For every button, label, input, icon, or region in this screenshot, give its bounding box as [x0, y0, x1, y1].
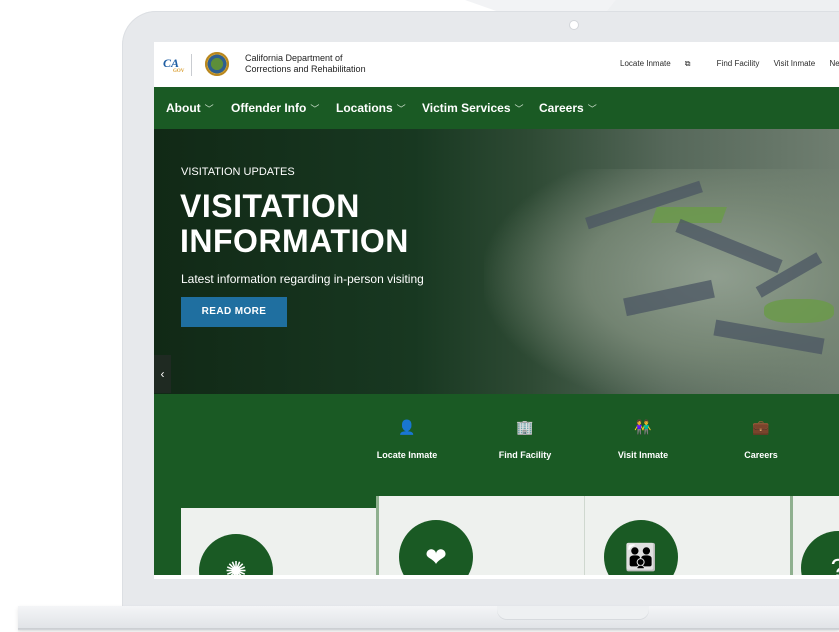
nav-item-about[interactable]: About ﹀ [166, 101, 214, 115]
top-link-find-facility[interactable]: Find Facility [717, 59, 760, 68]
quick-link-label: Visit Inmate [617, 450, 669, 460]
top-link-label: Locate Inmate [620, 59, 671, 68]
carousel-prev-button[interactable]: ‹ [154, 355, 171, 393]
nav-label: About [166, 101, 201, 115]
heart-hand-icon: ❤ [399, 520, 473, 579]
chevron-down-icon: ﹀ [204, 104, 214, 114]
camera-icon [570, 21, 578, 29]
nav-label: Victim Services [422, 101, 511, 115]
hero-carousel: VISITATION UPDATES VISITATION INFORMATIO… [154, 129, 839, 394]
feature-card[interactable]: ❤ [376, 496, 584, 579]
feature-card[interactable]: ? [790, 496, 839, 579]
nav-item-locations[interactable]: Locations ﹀ [336, 101, 406, 115]
quick-link-label: Locate Inmate [376, 450, 438, 460]
family-icon: 👪 [604, 520, 678, 579]
cdcr-seal-icon[interactable] [205, 52, 229, 76]
feature-card[interactable]: 👪 [584, 496, 790, 579]
ca-gov-logo[interactable]: CA GOV [163, 53, 187, 74]
hero-eyebrow: VISITATION UPDATES [181, 166, 295, 178]
laptop-base [18, 606, 839, 630]
screen-bottom-edge [154, 575, 839, 579]
hero-title-line-1: VISITATION [180, 188, 360, 224]
quick-links-band: 👤 Locate Inmate 🏢 Find Facility 👫 Visit … [154, 394, 839, 579]
read-more-button[interactable]: READ MORE [181, 297, 287, 327]
person-icon: 👤 [398, 419, 416, 435]
chevron-down-icon: ﹀ [514, 104, 524, 114]
nav-label: Locations [336, 101, 393, 115]
top-link-locate-inmate[interactable]: Locate Inmate ⧉ [620, 59, 702, 68]
external-link-icon: ⧉ [684, 59, 691, 68]
hero-title-line-2: INFORMATION [180, 223, 409, 259]
logo-divider [191, 54, 192, 76]
chevron-down-icon: ﹀ [396, 104, 406, 114]
department-name[interactable]: California Department of Corrections and… [245, 53, 395, 75]
nav-item-offender-info[interactable]: Offender Info ﹀ [231, 101, 319, 115]
top-link-visit-inmate[interactable]: Visit Inmate [774, 59, 816, 68]
ca-logo-sub: GOV [173, 69, 185, 74]
aerial-photo-field [764, 299, 834, 323]
quick-link-visit-inmate[interactable]: 👫 Visit Inmate [603, 418, 683, 460]
top-header: CA GOV California Department of Correcti… [154, 42, 839, 87]
top-link-news[interactable]: Nev [829, 59, 839, 68]
nav-item-victim-services[interactable]: Victim Services ﹀ [422, 101, 524, 115]
quick-link-locate-inmate[interactable]: 👤 Locate Inmate [367, 418, 447, 460]
nav-label: Offender Info [231, 101, 307, 115]
quick-link-find-facility[interactable]: 🏢 Find Facility [485, 418, 565, 460]
chevron-down-icon: ﹀ [587, 104, 597, 114]
hero-description: Latest information regarding in-person v… [181, 272, 424, 286]
quick-link-careers[interactable]: 💼 Careers [721, 418, 801, 460]
laptop-notch [497, 606, 649, 620]
main-navigation: About ﹀ Offender Info ﹀ Locations ﹀ Victim … [154, 87, 839, 129]
virus-icon: ✺ [199, 534, 273, 579]
utility-links: Locate Inmate ⧉ Find Facility Visit Inmat… [620, 59, 839, 69]
chevron-down-icon: ﹀ [310, 104, 320, 114]
feature-card[interactable]: ✺ [181, 508, 377, 579]
building-icon: 🏢 [516, 419, 534, 435]
question-icon: ? [801, 531, 839, 579]
department-line-2: Corrections and Rehabilitation [245, 64, 366, 74]
aerial-photo-field [651, 207, 727, 223]
department-line-1: California Department of [245, 53, 343, 63]
quick-link-label: Careers [744, 450, 778, 460]
people-icon: 👫 [634, 419, 652, 435]
quick-link-label: Find Facility [498, 450, 552, 460]
briefcase-icon: 💼 [752, 419, 770, 435]
laptop-shadow [18, 628, 839, 632]
nav-label: Careers [539, 101, 584, 115]
hero-title: VISITATION INFORMATION [180, 189, 409, 259]
website-screen: CA GOV California Department of Correcti… [154, 42, 839, 579]
nav-item-careers[interactable]: Careers ﹀ [539, 101, 597, 115]
